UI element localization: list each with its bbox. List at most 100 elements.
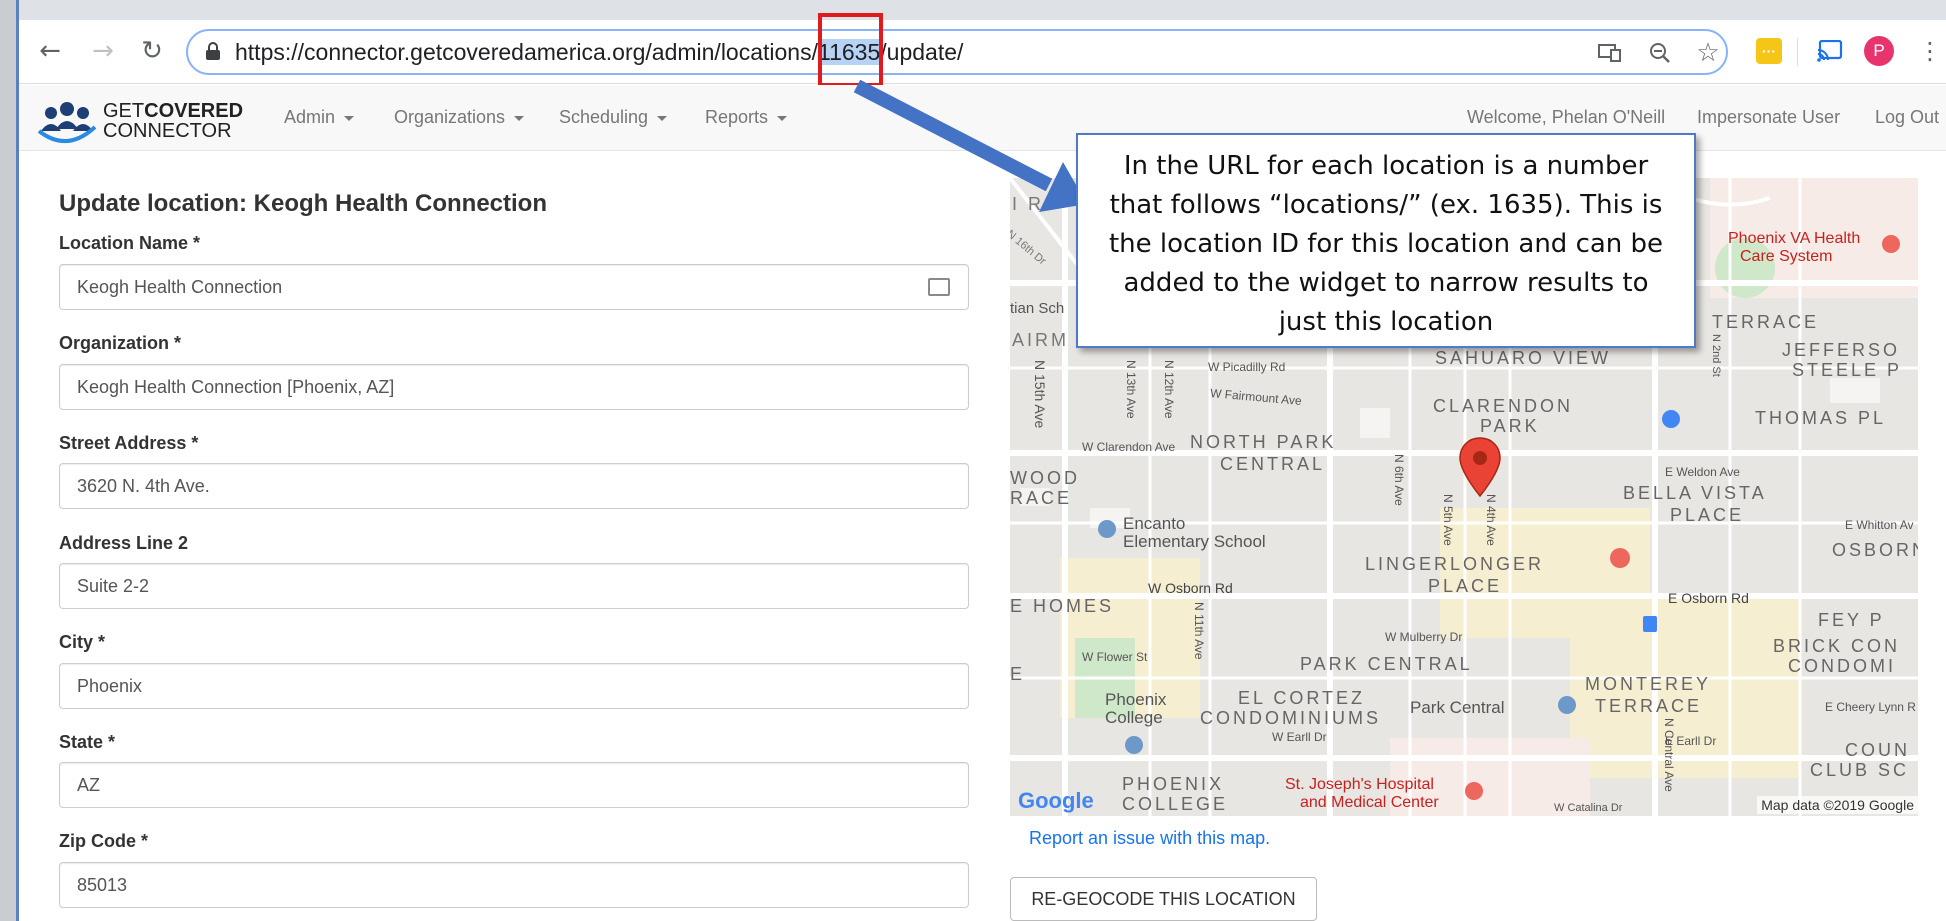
bookmark-star-icon[interactable]: ☆ xyxy=(1694,38,1722,68)
url-id-highlight-box xyxy=(818,13,883,87)
map-label: OSBORN xyxy=(1832,540,1918,560)
map-street-label: N 12th Ave xyxy=(1162,360,1176,419)
map-street-label: E Osborn Rd xyxy=(1668,590,1749,606)
regeocode-button[interactable]: RE-GEOCODE THIS LOCATION xyxy=(1010,877,1317,921)
getcovered-logo[interactable]: GETCOVERED CONNECTOR xyxy=(37,101,243,144)
cast-icon[interactable] xyxy=(1815,36,1845,66)
state-label: State * xyxy=(59,732,116,752)
reload-icon[interactable]: ↻ xyxy=(135,34,169,68)
map-label: Phoenix VA Health xyxy=(1728,230,1861,247)
map-label: Encanto xyxy=(1123,514,1186,533)
forward-icon[interactable]: → xyxy=(86,34,120,68)
map-label: I R xyxy=(1012,194,1045,214)
map-street-label: N 6th Ave xyxy=(1392,454,1406,506)
map-label: PLACE xyxy=(1670,505,1745,525)
organization-label: Organization * xyxy=(59,333,182,353)
city-label: City * xyxy=(59,632,106,652)
address-line-2-label: Address Line 2 xyxy=(59,533,189,553)
map-label: THOMAS PL xyxy=(1755,408,1887,428)
map-label: LINGERLONGER xyxy=(1365,554,1545,574)
map-street-label: W Osborn Rd xyxy=(1148,580,1233,596)
map-street-label: E Cheery Lynn R xyxy=(1825,700,1916,714)
hospital-icon xyxy=(1465,782,1483,800)
college-icon xyxy=(1125,736,1143,754)
map-label: WOOD xyxy=(1010,468,1080,488)
state-input[interactable]: AZ xyxy=(59,762,969,808)
location-pin-icon[interactable] xyxy=(1458,436,1502,503)
map-label: AIRM xyxy=(1012,330,1069,350)
zoom-icon[interactable] xyxy=(1646,39,1674,67)
lock-icon xyxy=(206,42,220,60)
map-label: PHOENIX xyxy=(1122,774,1225,794)
map-label: CENTRAL xyxy=(1220,454,1326,474)
zip-code-label: Zip Code * xyxy=(59,831,148,851)
report-map-issue-link[interactable]: Report an issue with this map. xyxy=(1029,828,1270,849)
map-label: RACE xyxy=(1010,488,1073,508)
map-label: CLUB SC xyxy=(1810,760,1910,780)
menu-organizations[interactable]: Organizations xyxy=(394,107,524,128)
welcome-text: Welcome, Phelan O'Neill xyxy=(1467,107,1666,127)
map-label: FEY P xyxy=(1818,610,1885,630)
back-icon[interactable]: ← xyxy=(33,34,67,68)
browser-toolbar: ← → ↻ https://connector.getcoveredameric… xyxy=(19,20,1946,84)
contact-card-icon[interactable] xyxy=(928,278,950,296)
map-street-label: N 13th Ave xyxy=(1124,360,1138,419)
map-street-label: N 15th Ave xyxy=(1032,360,1048,429)
address-line-2-input[interactable]: Suite 2-2 xyxy=(59,563,969,609)
install-app-icon[interactable] xyxy=(1596,39,1624,67)
profile-avatar[interactable]: P xyxy=(1864,36,1894,66)
menu-scheduling[interactable]: Scheduling xyxy=(559,107,667,128)
google-logo: Google xyxy=(1018,788,1094,813)
map-street-label: W Picadilly Rd xyxy=(1208,360,1286,374)
map-street-label: N Central Ave xyxy=(1662,718,1676,792)
map-attribution[interactable]: Map data ©2019 Google xyxy=(1757,796,1918,814)
map-label: PARK xyxy=(1480,416,1540,436)
city-input[interactable]: Phoenix xyxy=(59,663,969,709)
map-label: BRICK CON xyxy=(1773,636,1901,656)
map-label: College xyxy=(1105,708,1163,727)
map-label: E xyxy=(1010,664,1023,684)
map-street-label: W Clarendon Ave xyxy=(1082,440,1176,454)
hospital-icon xyxy=(1882,235,1900,253)
map-label: Park Central xyxy=(1410,698,1505,717)
map-label: PLACE xyxy=(1428,576,1503,596)
map-label: and Medical Center xyxy=(1300,794,1439,811)
transit-icon xyxy=(1643,616,1657,632)
map-street-label: W Flower St xyxy=(1082,650,1148,664)
street-address-input[interactable]: 3620 N. 4th Ave. xyxy=(59,463,969,509)
more-menu-icon[interactable]: ⋮ xyxy=(1913,34,1946,68)
organization-input[interactable]: Keogh Health Connection [Phoenix, AZ] xyxy=(59,364,969,410)
address-bar[interactable]: https://connector.getcoveredamerica.org/… xyxy=(186,29,1728,75)
map-label: JEFFERSO xyxy=(1782,340,1901,360)
map-label: CLARENDON xyxy=(1433,396,1574,416)
map-label: COUN xyxy=(1845,740,1910,760)
annotation-callout: In the URL for each location is a number… xyxy=(1076,133,1696,348)
menu-admin[interactable]: Admin xyxy=(284,107,354,128)
zip-code-input[interactable]: 85013 xyxy=(59,862,969,908)
tab-strip xyxy=(19,0,1946,20)
map-label: CONDOMI xyxy=(1788,656,1896,676)
map-label: TERRACE xyxy=(1712,312,1820,332)
log-out-link[interactable]: Log Out xyxy=(1875,107,1939,128)
toolbar-divider xyxy=(1797,38,1798,66)
impersonate-user-link[interactable]: Impersonate User xyxy=(1697,107,1840,128)
map-street-label: E Weldon Ave xyxy=(1665,465,1740,479)
map-label: PARK CENTRAL xyxy=(1300,654,1473,674)
map-street-label: N 2nd St xyxy=(1710,334,1722,377)
extension-icon[interactable]: ··· xyxy=(1754,36,1784,66)
restaurant-icon xyxy=(1610,548,1630,568)
screenshot-frame: ← → ↻ https://connector.getcoveredameric… xyxy=(16,0,1946,921)
location-name-input[interactable]: Keogh Health Connection xyxy=(59,264,969,310)
map-label: BELLA VISTA xyxy=(1623,483,1767,503)
page-title: Update location: Keogh Health Connection xyxy=(59,190,548,217)
map-street-label: W Earll Dr xyxy=(1272,730,1327,744)
map-label: CONDOMINIUMS xyxy=(1200,708,1381,728)
menu-reports[interactable]: Reports xyxy=(705,107,787,128)
map-label: Phoenix xyxy=(1105,690,1167,709)
map-label: COLLEGE xyxy=(1122,794,1229,814)
map-street-label: W Catalina Dr xyxy=(1554,802,1623,814)
map-label: E HOMES xyxy=(1010,596,1115,616)
logo-people-icon xyxy=(37,101,97,144)
shopping-center-icon xyxy=(1558,696,1576,714)
shopping-icon xyxy=(1662,410,1680,428)
